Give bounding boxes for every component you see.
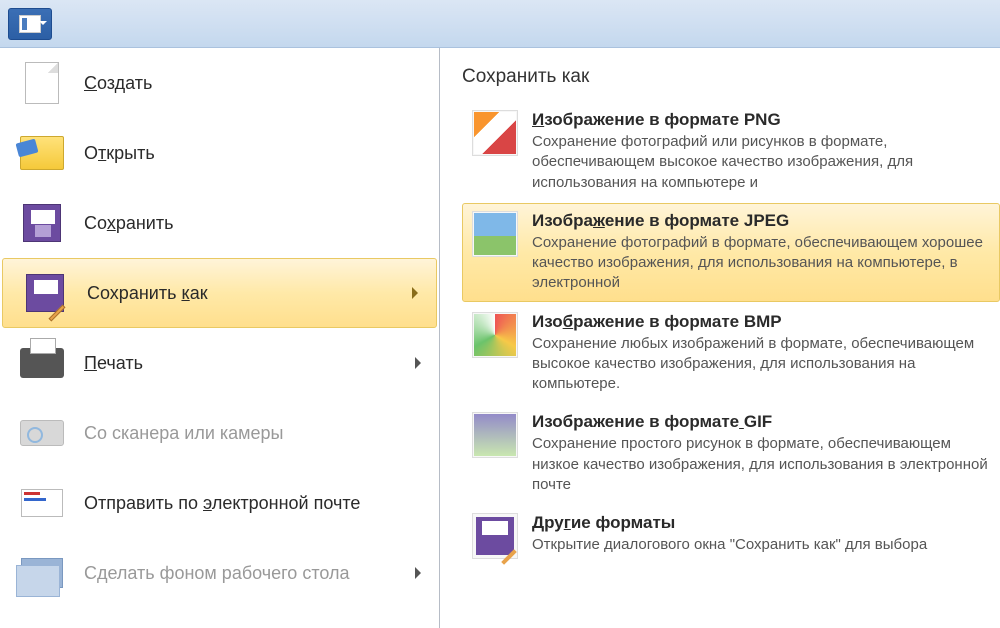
menu-item-label: Открыть (84, 143, 155, 164)
menu-item-saveas[interactable]: Сохранить как (2, 258, 437, 328)
open-icon (18, 129, 66, 177)
gif-thumb-icon (472, 412, 518, 458)
submenu-item-desc: Сохранение фотографий в формате, обеспеч… (532, 233, 990, 294)
menu-item-label: Сохранить (84, 213, 173, 234)
submenu-item-title: Изображение в формате JPEG (532, 211, 990, 231)
saveas-icon (21, 269, 69, 317)
titlebar (0, 0, 1000, 48)
jpeg-thumb-icon (472, 211, 518, 257)
save-icon (18, 199, 66, 247)
app-menu-button[interactable] (8, 8, 52, 40)
menu-item-label: Сделать фоном рабочего стола (84, 563, 350, 584)
email-icon (18, 479, 66, 527)
menu-item-label: Отправить по электронной почте (84, 493, 360, 514)
file-menu-left: Создать Открыть Сохранить Сохранить как Печа… (0, 48, 440, 628)
save-as-png[interactable]: Изображение в формате PNGСохранение фото… (462, 102, 1000, 201)
submenu-item-title: Другие форматы (532, 513, 990, 533)
save-as-gif[interactable]: Изображение в формате GIFСохранение прос… (462, 404, 1000, 503)
submenu-item-desc: Сохранение фотографий или рисунков в фор… (532, 132, 990, 193)
bmp-thumb-icon (472, 312, 518, 358)
file-menu-submenu: Сохранить как Изображение в формате PNGС… (440, 48, 1000, 628)
file-icon (19, 15, 41, 33)
menu-item-open[interactable]: Открыть (0, 118, 439, 188)
file-menu-popup: Создать Открыть Сохранить Сохранить как Печа… (0, 48, 1000, 628)
chevron-right-icon (415, 567, 421, 579)
chevron-right-icon (412, 287, 418, 299)
menu-item-save[interactable]: Сохранить (0, 188, 439, 258)
submenu-item-desc: Сохранение простого рисунок в формате, о… (532, 434, 990, 495)
menu-item-label: Сохранить как (87, 283, 208, 304)
save-as-other[interactable]: Другие форматыОткрытие диалогового окна … (462, 505, 1000, 567)
save-as-bmp[interactable]: Изображение в формате BMPСохранение любы… (462, 304, 1000, 403)
menu-item-wall: Сделать фоном рабочего стола (0, 538, 439, 608)
chevron-down-icon (39, 21, 47, 25)
save-as-jpeg[interactable]: Изображение в формате JPEGСохранение фот… (462, 203, 1000, 302)
submenu-item-title: Изображение в формате GIF (532, 412, 990, 432)
scanner-icon (18, 409, 66, 457)
menu-item-new[interactable]: Создать (0, 48, 439, 118)
submenu-item-desc: Сохранение любых изображений в формате, … (532, 334, 990, 395)
menu-item-email[interactable]: Отправить по электронной почте (0, 468, 439, 538)
submenu-item-title: Изображение в формате PNG (532, 110, 990, 130)
wall-icon (18, 549, 66, 597)
menu-item-print[interactable]: Печать (0, 328, 439, 398)
submenu-title: Сохранить как (462, 66, 1000, 88)
submenu-item-title: Изображение в формате BMP (532, 312, 990, 332)
menu-item-label: Создать (84, 73, 152, 94)
png-thumb-icon (472, 110, 518, 156)
menu-item-label: Печать (84, 353, 143, 374)
menu-item-scanner: Со сканера или камеры (0, 398, 439, 468)
chevron-right-icon (415, 357, 421, 369)
submenu-item-desc: Открытие диалогового окна "Сохранить как… (532, 535, 990, 555)
new-icon (18, 59, 66, 107)
other-thumb-icon (472, 513, 518, 559)
print-icon (18, 339, 66, 387)
menu-item-label: Со сканера или камеры (84, 423, 284, 444)
